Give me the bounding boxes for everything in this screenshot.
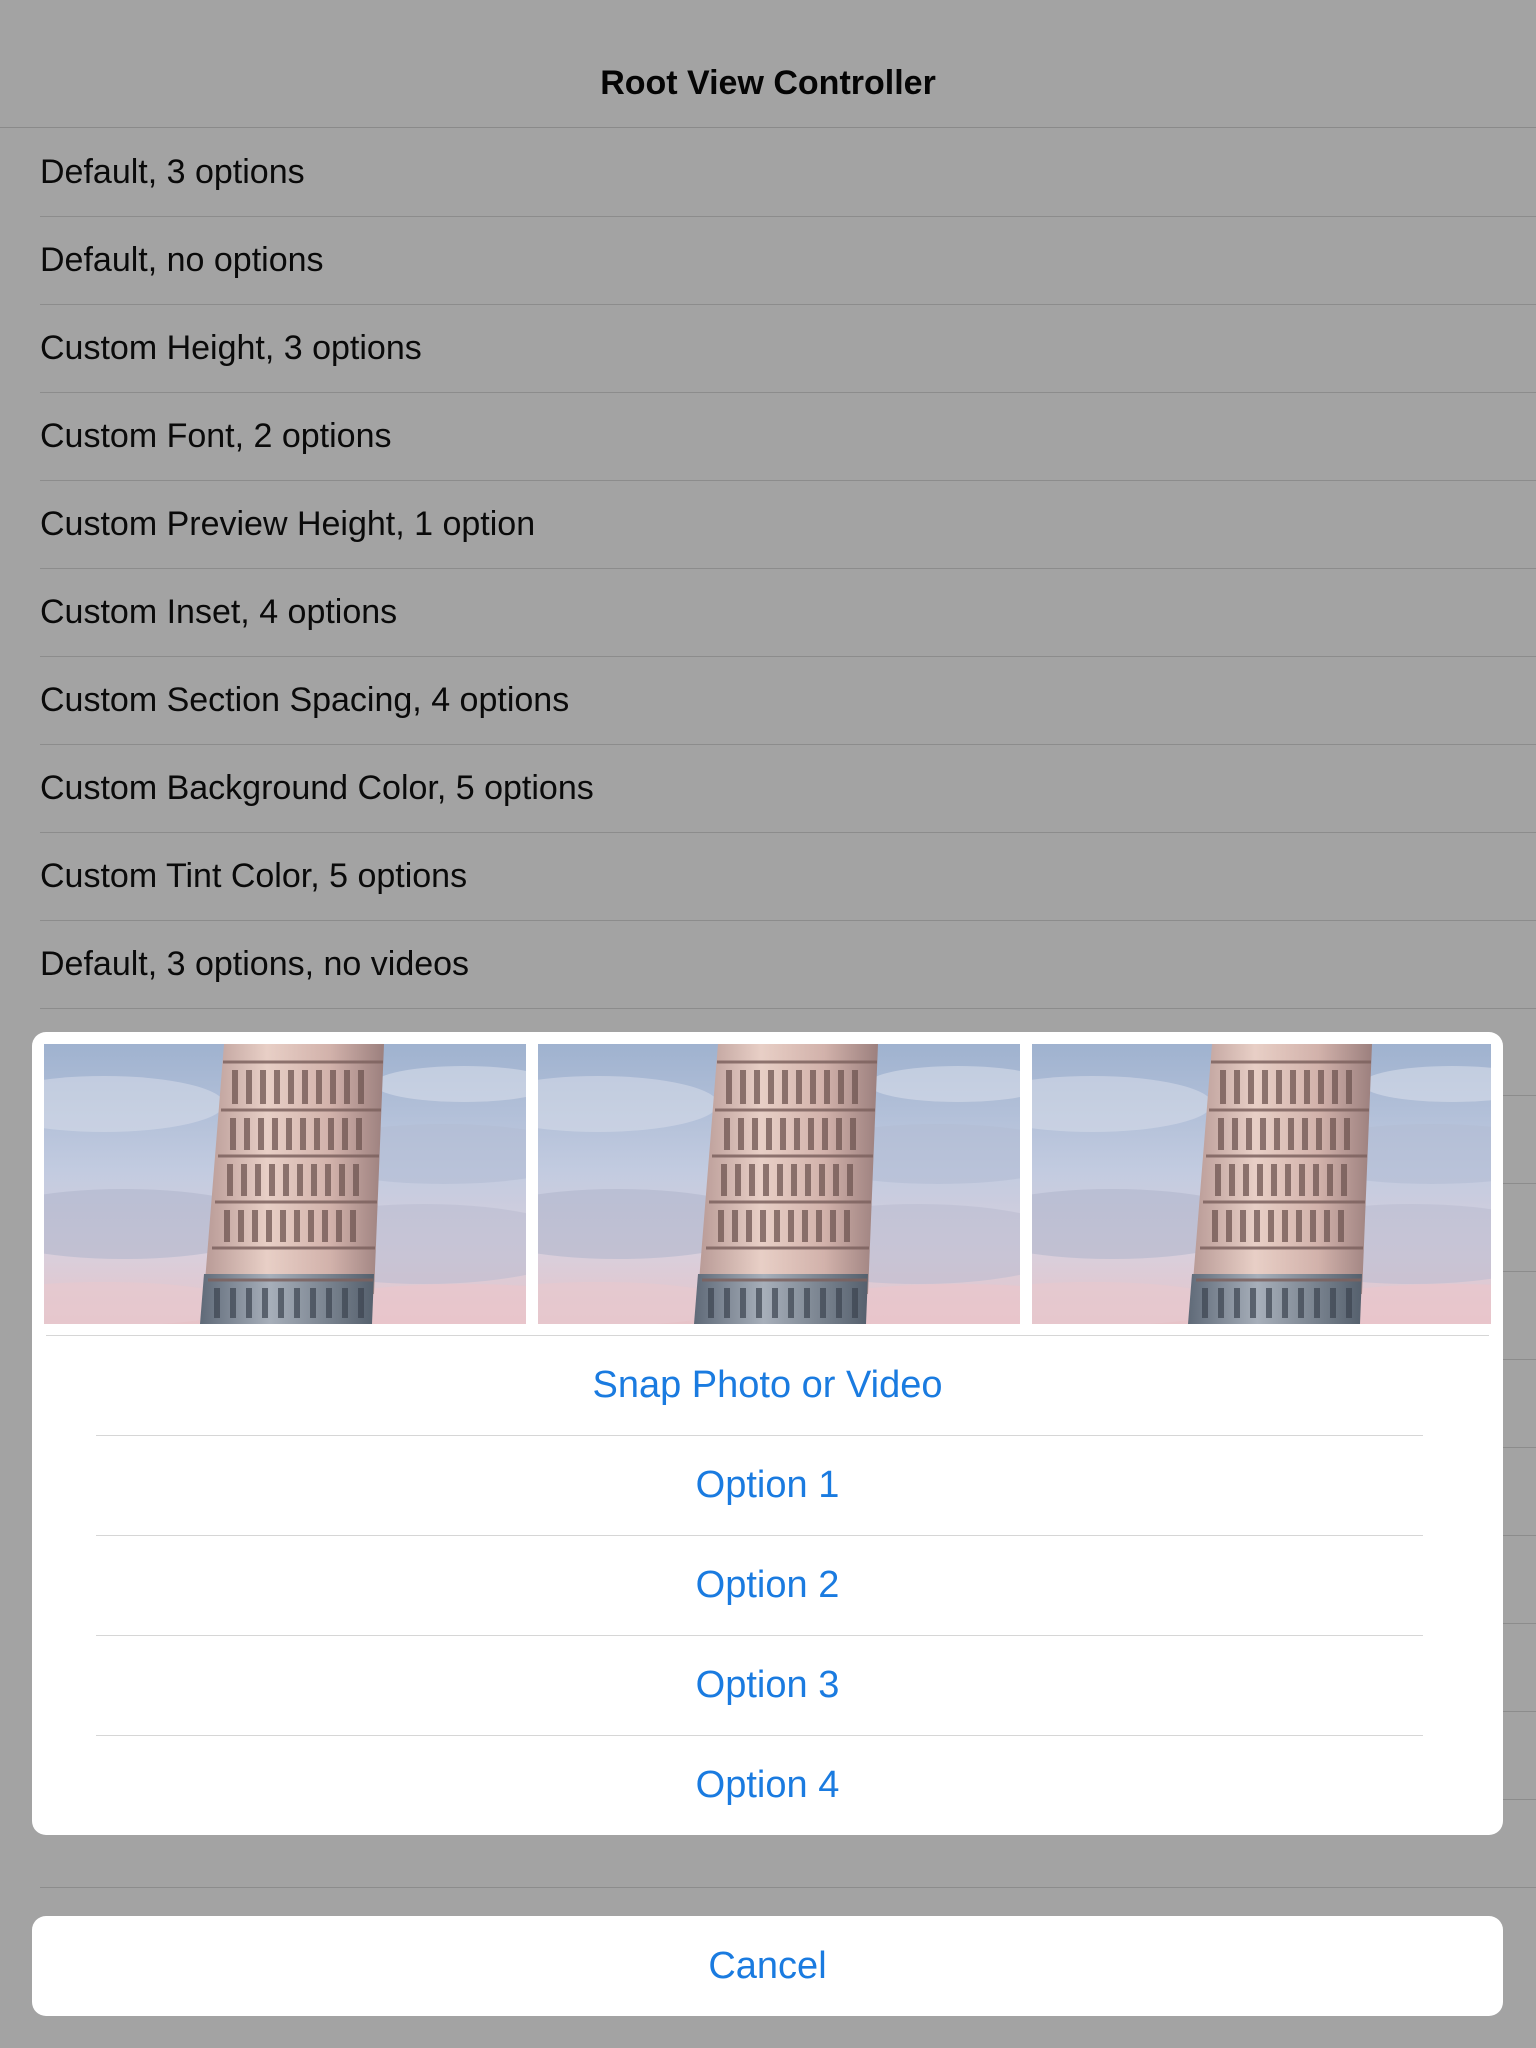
leaning-tower-photo	[44, 1044, 526, 1324]
row-label: Default, 3 options	[40, 153, 305, 191]
leaning-tower-photo	[1032, 1044, 1491, 1324]
row-separator	[40, 1008, 1536, 1009]
table-row[interactable]: Custom Font, 2 options	[0, 393, 1536, 481]
option-3-button[interactable]: Option 3	[32, 1635, 1503, 1735]
row-label: Default, 3 options, no videos	[40, 945, 470, 983]
table-row[interactable]: Default, no options	[0, 217, 1536, 305]
row-separator	[40, 1887, 1536, 1888]
table-row[interactable]: Custom Background Color, 5 options	[0, 745, 1536, 833]
row-label: Custom Height, 3 options	[40, 329, 422, 367]
row-label: Custom Inset, 4 options	[40, 593, 398, 631]
table-row[interactable]: Default, 3 options	[0, 129, 1536, 217]
table-row[interactable]: Custom Section Spacing, 4 options	[0, 657, 1536, 745]
preview-image[interactable]	[1032, 1044, 1491, 1324]
navigation-bar: Root View Controller	[0, 0, 1536, 128]
image-preview-strip[interactable]	[44, 1044, 1491, 1324]
row-label: Custom Section Spacing, 4 options	[40, 681, 570, 719]
option-2-button[interactable]: Option 2	[32, 1535, 1503, 1635]
table-row[interactable]: Custom Tint Color, 5 options	[0, 833, 1536, 921]
preview-image[interactable]	[538, 1044, 1020, 1324]
option-4-button[interactable]: Option 4	[32, 1735, 1503, 1835]
action-sheet: Snap Photo or Video Option 1 Option 2 Op…	[32, 1032, 1503, 1835]
table-row[interactable]: Default, 3 options, no videos	[0, 921, 1536, 1009]
row-label: Custom Tint Color, 5 options	[40, 857, 468, 895]
option-1-button[interactable]: Option 1	[32, 1435, 1503, 1535]
table-row[interactable]: Custom Height, 3 options	[0, 305, 1536, 393]
leaning-tower-photo	[538, 1044, 1020, 1324]
cancel-button[interactable]: Cancel	[32, 1916, 1503, 2016]
row-label: Custom Font, 2 options	[40, 417, 392, 455]
nav-title: Root View Controller	[600, 64, 936, 102]
row-label: Custom Preview Height, 1 option	[40, 505, 536, 543]
row-label: Default, no options	[40, 241, 324, 279]
snap-photo-or-video-button[interactable]: Snap Photo or Video	[32, 1335, 1503, 1435]
table-view: Default, 3 options Default, no options C…	[0, 129, 1536, 1009]
row-label: Custom Background Color, 5 options	[40, 769, 594, 807]
preview-image[interactable]	[44, 1044, 526, 1324]
table-row[interactable]: Custom Preview Height, 1 option	[0, 481, 1536, 569]
table-row[interactable]: Custom Inset, 4 options	[0, 569, 1536, 657]
